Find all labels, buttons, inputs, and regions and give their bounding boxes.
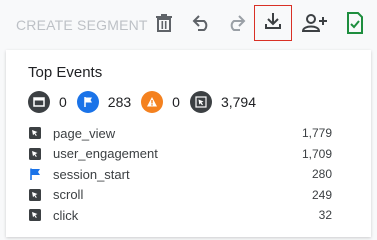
- list-item[interactable]: scroll 249: [28, 185, 332, 206]
- check-doc-icon[interactable]: [342, 10, 368, 36]
- event-count: 249: [311, 187, 332, 202]
- event-count: 280: [311, 167, 332, 182]
- flag-icon: [28, 168, 41, 181]
- cursor-icon: [189, 91, 212, 113]
- panel-title: Top Events: [28, 64, 103, 81]
- event-count: 1,779: [301, 126, 332, 141]
- events-summary: 0 283 0 3,794: [28, 91, 266, 113]
- event-name: scroll: [53, 187, 84, 203]
- list-item[interactable]: user_engagement 1,709: [28, 144, 332, 165]
- toolbar: CREATE SEGMENT: [0, 0, 377, 50]
- delete-icon[interactable]: [151, 10, 177, 36]
- download-icon: [263, 11, 283, 36]
- undo-icon[interactable]: [189, 10, 215, 36]
- summary-count: 3,794: [220, 94, 256, 110]
- download-button[interactable]: [254, 5, 292, 41]
- list-item[interactable]: page_view 1,779: [28, 123, 332, 144]
- cursor-icon: [28, 209, 41, 222]
- cursor-icon: [28, 127, 41, 140]
- summary-count: 0: [59, 94, 67, 110]
- event-name: click: [53, 207, 79, 223]
- events-list: page_view 1,779 user_engagement 1,709 se…: [28, 123, 332, 226]
- cursor-icon: [28, 188, 41, 201]
- redo-icon[interactable]: [223, 10, 249, 36]
- flag-icon: [76, 91, 99, 113]
- event-count: 1,709: [301, 146, 332, 161]
- event-count: 32: [318, 208, 332, 223]
- top-events-panel: Top Events 0 283 0 3,794 page_view 1,779…: [6, 50, 371, 237]
- event-name: page_view: [53, 125, 116, 141]
- add-user-icon[interactable]: [302, 10, 328, 36]
- summary-count: 0: [172, 94, 180, 110]
- list-item[interactable]: session_start 280: [28, 164, 332, 185]
- create-segment-button[interactable]: CREATE SEGMENT: [16, 17, 148, 33]
- event-name: user_engagement: [53, 146, 158, 162]
- event-name: session_start: [53, 166, 130, 182]
- summary-count: 283: [107, 94, 132, 110]
- page-icon: [28, 91, 50, 113]
- list-item[interactable]: click 32: [28, 205, 332, 226]
- cursor-icon: [28, 147, 41, 160]
- warning-icon: [141, 91, 164, 113]
